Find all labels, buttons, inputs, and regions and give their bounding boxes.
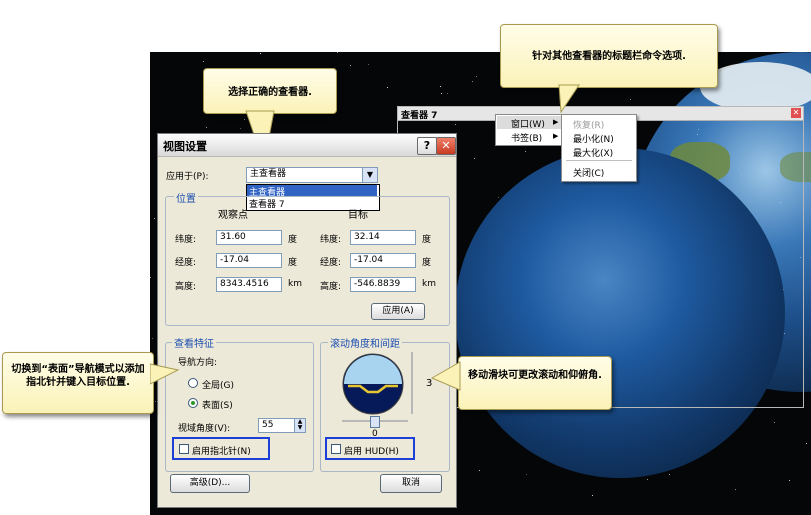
chevron-down-icon[interactable]: ▼	[362, 168, 377, 182]
observer-lon-label: 经度:	[175, 258, 197, 268]
submenu-arrow-icon: ▶	[553, 132, 559, 140]
star	[150, 277, 151, 278]
target-header: 目标	[348, 210, 368, 221]
radio-surface[interactable]	[188, 398, 198, 408]
viewer-7-title: 查看器 7	[401, 111, 438, 121]
observer-alt-field[interactable]: 8343.4516	[216, 277, 282, 292]
window-submenu: 恢复(R) 最小化(N) 最大化(X) 关闭(C)	[561, 114, 637, 182]
star	[630, 99, 631, 100]
star	[203, 61, 204, 62]
titlebar-context-menu: 窗口(W) ▶ 书签(B) ▶	[495, 114, 563, 146]
radio-global[interactable]	[188, 378, 198, 388]
star	[368, 64, 369, 65]
star	[476, 76, 477, 77]
callout-slider: 移动滑块可更改滚动和仰俯角.	[458, 356, 612, 410]
target-alt-label: 高度:	[320, 282, 342, 292]
hud-checkbox[interactable]	[331, 444, 341, 454]
star	[472, 81, 473, 82]
unit-label: 度	[288, 258, 298, 268]
star	[647, 479, 648, 480]
star	[735, 489, 736, 490]
star	[350, 65, 351, 66]
hud-label: 启用 HUD(H)	[344, 447, 399, 457]
observer-lat-label: 纬度:	[175, 235, 197, 245]
menu-item-close[interactable]: 关闭(C)	[573, 166, 604, 179]
position-group-label: 位置	[174, 190, 198, 205]
attitude-indicator[interactable]	[340, 352, 406, 416]
view-features-label: 查看特征	[172, 335, 216, 350]
north-arrow-label: 启用指北针(N)	[192, 447, 251, 457]
fov-stepper[interactable]: 55 ▲ ▼	[258, 418, 306, 433]
star	[154, 218, 155, 219]
menu-item-minimize[interactable]: 最小化(N)	[573, 132, 614, 145]
star	[447, 93, 448, 94]
target-lat-field[interactable]: 32.14	[350, 230, 416, 245]
target-alt-field[interactable]: -546.8839	[350, 277, 416, 292]
callout-pointer	[150, 363, 180, 385]
star	[440, 86, 441, 87]
star	[744, 100, 745, 101]
star	[152, 338, 153, 339]
unit-label: 度	[422, 258, 432, 268]
viewer-7-close-button[interactable]: ✕	[791, 108, 801, 118]
roll-pitch-label: 滚动角度和间距	[328, 335, 402, 350]
north-arrow-checkbox[interactable]	[179, 444, 189, 454]
observer-lon-field[interactable]: -17.04	[216, 253, 282, 268]
star	[592, 495, 593, 496]
star	[260, 53, 261, 54]
star	[789, 480, 790, 481]
menu-item-restore[interactable]: 恢复(R)	[573, 118, 604, 131]
callout-pointer	[558, 84, 580, 114]
callout-titlebar-options: 针对其他查看器的标题栏命令选项.	[500, 24, 718, 88]
callout-surface-mode: 切换到“表面”导航模式以添加指北针并键入目标位置.	[2, 352, 154, 414]
star	[774, 422, 775, 423]
pitch-slider-track[interactable]	[411, 352, 413, 414]
callout-select-viewer: 选择正确的查看器.	[203, 68, 337, 114]
apply-to-select[interactable]: 主查看器 ▼	[246, 167, 378, 183]
radio-global-label: 全局(G)	[202, 381, 234, 391]
menu-separator	[566, 160, 632, 161]
star	[206, 127, 207, 128]
cancel-button[interactable]: 取消	[380, 474, 442, 493]
spin-arrows-icon[interactable]: ▲ ▼	[294, 419, 305, 432]
radio-surface-label: 表面(S)	[202, 401, 233, 411]
star	[337, 52, 338, 53]
target-lon-field[interactable]: -17.04	[350, 253, 416, 268]
dialog-title: 视图设置	[163, 140, 207, 153]
close-button[interactable]: ✕	[436, 137, 456, 155]
menu-item-maximize[interactable]: 最大化(X)	[573, 146, 613, 159]
menu-item-window[interactable]: 窗口(W) ▶	[497, 116, 561, 130]
unit-label: km	[288, 279, 302, 289]
apply-button[interactable]: 应用(A)	[371, 303, 425, 320]
target-lat-label: 纬度:	[320, 235, 342, 245]
star	[441, 93, 442, 94]
menu-item-bookmarks[interactable]: 书签(B) ▶	[497, 130, 561, 144]
star	[155, 401, 156, 402]
observer-alt-label: 高度:	[175, 282, 197, 292]
star	[669, 474, 670, 475]
view-settings-dialog: 视图设置 ? ✕ 应用于(P): 主查看器 ▼ 主查看器 查看器 7 位置 观察…	[157, 133, 457, 508]
apply-to-label: 应用于(P):	[166, 172, 209, 182]
observer-header: 观察点	[218, 210, 248, 221]
star	[479, 470, 480, 471]
star	[806, 443, 807, 444]
unit-label: km	[422, 279, 436, 289]
fov-label: 视域角度(V):	[178, 424, 231, 434]
unit-label: 度	[288, 235, 298, 245]
star	[387, 87, 388, 88]
target-lon-label: 经度:	[320, 258, 342, 268]
dialog-titlebar[interactable]: 视图设置 ? ✕	[158, 134, 456, 157]
star	[526, 474, 527, 475]
observer-lat-field[interactable]: 31.60	[216, 230, 282, 245]
unit-label: 度	[422, 235, 432, 245]
nav-direction-label: 导航方向:	[178, 358, 218, 368]
roll-slider-thumb[interactable]	[370, 416, 380, 428]
submenu-arrow-icon: ▶	[553, 118, 559, 126]
help-button[interactable]: ?	[417, 137, 437, 155]
callout-pointer	[430, 361, 461, 391]
advanced-button[interactable]: 高级(D)...	[170, 474, 250, 493]
